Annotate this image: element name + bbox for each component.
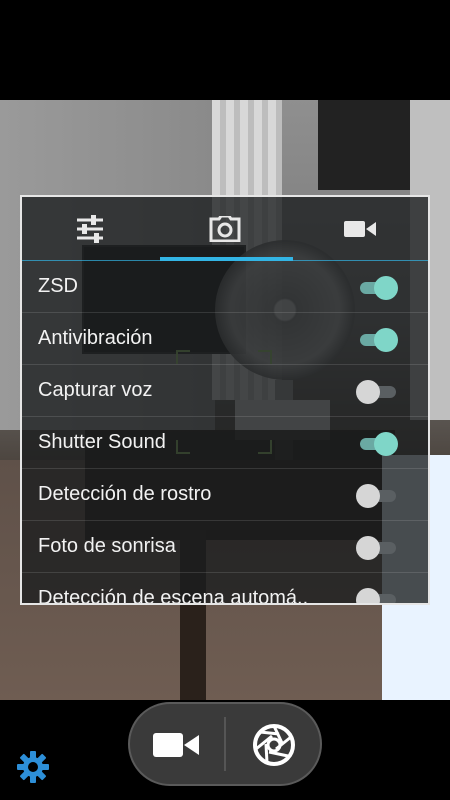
toggle-switch[interactable] <box>356 380 398 404</box>
shutter-icon <box>253 724 295 766</box>
toggle-switch[interactable] <box>356 328 398 352</box>
setting-row-shutter-sound[interactable]: Shutter Sound <box>22 417 428 469</box>
top-black-bar <box>0 0 450 100</box>
video-record-button[interactable] <box>136 710 216 780</box>
setting-label: Antivibración <box>38 327 153 349</box>
capture-controls-divider <box>224 717 226 771</box>
setting-label: Detección de rostro <box>38 483 212 505</box>
setting-label: Detección de escena automá.. <box>38 587 309 605</box>
toggle-switch[interactable] <box>356 484 398 508</box>
settings-list: ZSD Antivibración Capturar voz Shutter S… <box>22 261 428 605</box>
settings-tabs <box>22 197 428 261</box>
shutter-button[interactable] <box>234 710 314 780</box>
tab-video-settings[interactable] <box>293 197 428 261</box>
camera-settings-panel: ZSD Antivibración Capturar voz Shutter S… <box>20 195 430 605</box>
setting-row-foto-de-sonrisa[interactable]: Foto de sonrisa <box>22 521 428 573</box>
setting-label: Capturar voz <box>38 379 153 401</box>
setting-label: ZSD <box>38 275 78 297</box>
tab-photo-settings[interactable] <box>157 197 292 261</box>
toggle-switch[interactable] <box>356 536 398 560</box>
camera-icon <box>209 216 241 242</box>
setting-row-capturar-voz[interactable]: Capturar voz <box>22 365 428 417</box>
gear-icon <box>17 751 49 783</box>
toggle-switch[interactable] <box>356 588 398 603</box>
toggle-switch[interactable] <box>356 276 398 300</box>
camera-settings-button[interactable] <box>14 748 52 786</box>
setting-label: Shutter Sound <box>38 431 166 453</box>
setting-row-deteccion-de-escena[interactable]: Detección de escena automá.. <box>22 573 428 605</box>
setting-row-antivibracion[interactable]: Antivibración <box>22 313 428 365</box>
toggle-switch[interactable] <box>356 432 398 456</box>
setting-row-zsd[interactable]: ZSD <box>22 261 428 313</box>
video-camera-icon <box>153 733 199 757</box>
setting-label: Foto de sonrisa <box>38 535 176 557</box>
tab-general-settings[interactable] <box>22 197 157 261</box>
sliders-icon <box>76 215 103 243</box>
setting-row-deteccion-de-rostro[interactable]: Detección de rostro <box>22 469 428 521</box>
video-camera-icon <box>344 221 377 237</box>
